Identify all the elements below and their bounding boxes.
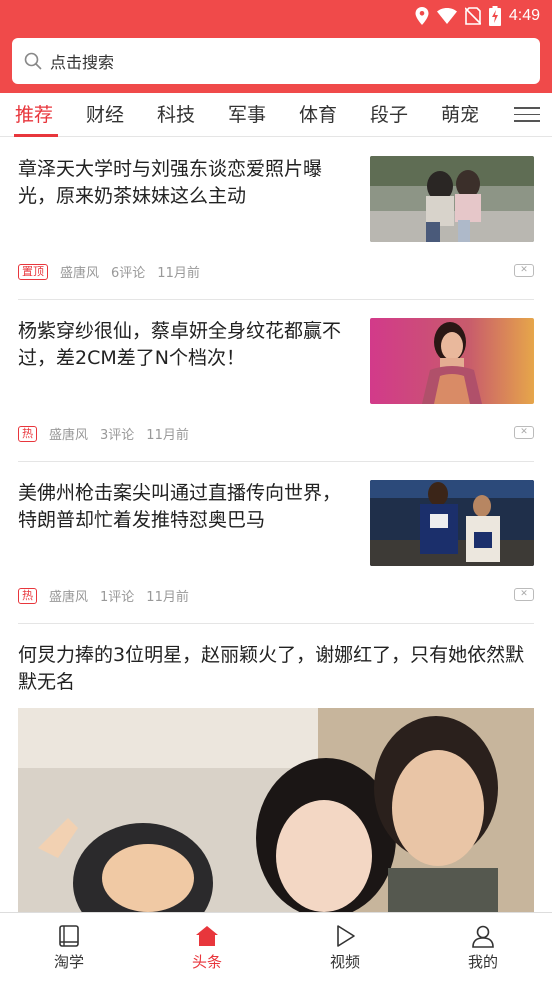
news-title[interactable]: 美佛州枪击案尖叫通过直播传向世界，特朗普却忙着发推特怼奥巴马 <box>18 480 348 534</box>
menu-line <box>514 120 540 122</box>
close-icon: ✕ <box>520 589 528 599</box>
tab-pets[interactable]: 萌宠 <box>441 93 479 137</box>
news-title[interactable]: 章泽天大学时与刘强东谈恋爱照片曝光，原来奶茶妹妹这么主动 <box>18 156 348 210</box>
news-meta: 热 盛唐风 1评论 11月前 <box>18 586 189 605</box>
news-source: 盛唐风 <box>60 266 100 281</box>
news-thumbnail[interactable] <box>370 318 534 404</box>
news-time: 11月前 <box>157 266 200 281</box>
nav-headlines[interactable]: 头条 <box>138 913 276 982</box>
news-comments: 1评论 <box>100 590 135 605</box>
tab-finance[interactable]: 财经 <box>86 93 124 137</box>
tab-sports[interactable]: 体育 <box>299 93 337 137</box>
tab-jokes[interactable]: 段子 <box>370 93 408 137</box>
hot-badge: 热 <box>18 425 37 442</box>
news-comments: 3评论 <box>100 428 135 443</box>
news-item[interactable]: 美佛州枪击案尖叫通过直播传向世界，特朗普却忙着发推特怼奥巴马 热 盛唐风 1评论… <box>18 480 534 606</box>
menu-line <box>514 113 540 116</box>
news-meta: 热 盛唐风 3评论 11月前 <box>18 424 189 443</box>
book-icon <box>59 925 79 947</box>
no-sim-icon <box>464 7 481 25</box>
nav-profile[interactable]: 我的 <box>414 913 552 982</box>
news-time: 11月前 <box>146 590 189 605</box>
news-large-image[interactable] <box>18 708 534 912</box>
user-icon <box>472 925 494 948</box>
news-title[interactable]: 何炅力捧的3位明星，赵丽颖火了，谢娜红了，只有她依然默默无名 <box>18 642 534 696</box>
wifi-icon <box>436 8 457 24</box>
news-item[interactable]: 杨紫穿纱很仙，蔡卓妍全身纹花都赢不过，差2CM差了N个档次！ 热 盛唐风 3评论… <box>18 318 534 444</box>
divider <box>18 461 534 462</box>
news-title[interactable]: 杨紫穿纱很仙，蔡卓妍全身纹花都赢不过，差2CM差了N个档次！ <box>18 318 348 372</box>
news-comments: 6评论 <box>111 266 146 281</box>
search-input[interactable]: 点击搜索 <box>12 38 540 84</box>
search-placeholder: 点击搜索 <box>50 53 115 72</box>
close-icon: ✕ <box>520 265 528 275</box>
tab-tech[interactable]: 科技 <box>157 93 195 137</box>
news-meta: 置顶 盛唐风 6评论 11月前 <box>18 262 200 281</box>
menu-line <box>514 107 540 109</box>
tab-military[interactable]: 军事 <box>228 93 266 137</box>
news-thumbnail[interactable] <box>370 480 534 566</box>
news-time: 11月前 <box>146 428 189 443</box>
nav-label: 头条 <box>191 953 222 971</box>
active-tab-indicator <box>14 134 58 137</box>
news-source: 盛唐风 <box>49 590 89 605</box>
home-icon <box>196 926 218 946</box>
news-thumbnail[interactable] <box>370 156 534 242</box>
nav-label: 我的 <box>467 953 498 971</box>
bottom-navigation: 淘学 头条 视频 我的 <box>0 912 552 981</box>
tab-recommend[interactable]: 推荐 <box>15 93 53 137</box>
hot-badge: 热 <box>18 587 37 604</box>
location-icon <box>415 7 429 25</box>
divider <box>18 299 534 300</box>
battery-charging-icon <box>488 6 501 26</box>
news-feed[interactable]: 章泽天大学时与刘强东谈恋爱照片曝光，原来奶茶妹妹这么主动 置顶 盛唐风 6评论 … <box>0 138 552 912</box>
tab-menu-button[interactable] <box>514 103 540 127</box>
dismiss-button[interactable]: ✕ <box>514 588 534 601</box>
app-header: 4:49 点击搜索 <box>0 0 552 93</box>
nav-label: 视频 <box>329 953 360 971</box>
news-item[interactable]: 何炅力捧的3位明星，赵丽颖火了，谢娜红了，只有她依然默默无名 <box>18 642 534 912</box>
search-icon <box>24 52 42 70</box>
status-bar: 4:49 <box>415 6 540 26</box>
divider <box>18 623 534 624</box>
nav-learn[interactable]: 淘学 <box>0 913 138 982</box>
news-item[interactable]: 章泽天大学时与刘强东谈恋爱照片曝光，原来奶茶妹妹这么主动 置顶 盛唐风 6评论 … <box>18 156 534 282</box>
category-tabs: 推荐 财经 科技 军事 体育 段子 萌宠 <box>0 93 552 137</box>
close-icon: ✕ <box>520 427 528 437</box>
nav-label: 淘学 <box>53 953 84 971</box>
play-icon <box>337 925 355 947</box>
status-time: 4:49 <box>508 7 540 24</box>
dismiss-button[interactable]: ✕ <box>514 426 534 439</box>
dismiss-button[interactable]: ✕ <box>514 264 534 277</box>
news-source: 盛唐风 <box>49 428 89 443</box>
nav-video[interactable]: 视频 <box>276 913 414 982</box>
pinned-badge: 置顶 <box>18 263 48 280</box>
